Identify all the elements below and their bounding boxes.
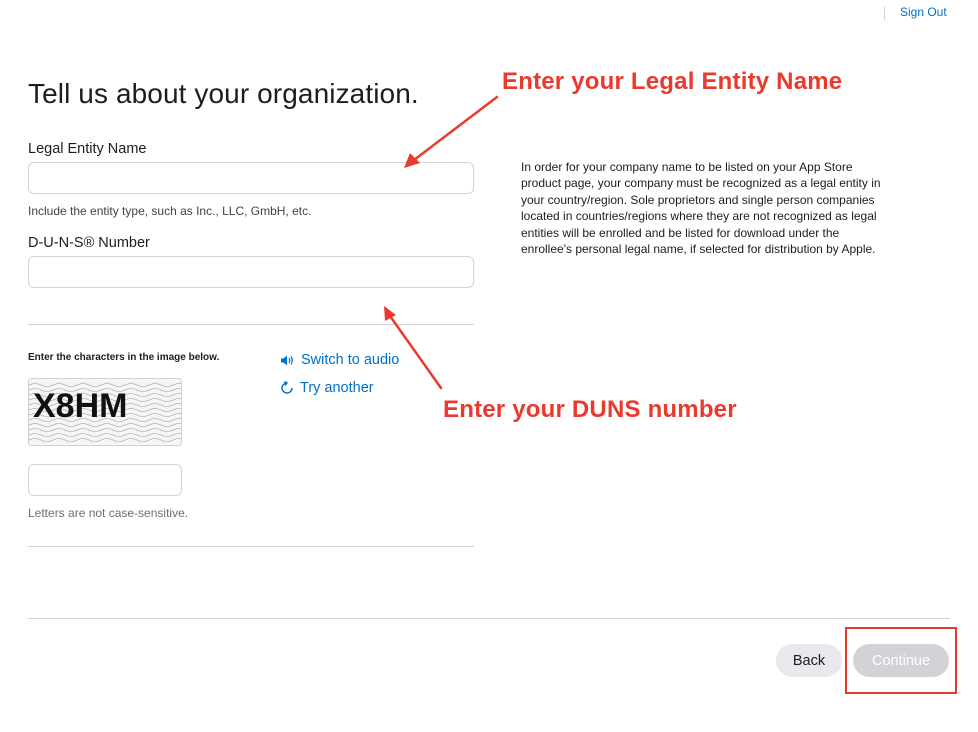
captcha-characters: X8HM <box>33 387 127 425</box>
legal-entity-info: In order for your company name to be lis… <box>521 160 881 257</box>
legal-entity-label: Legal Entity Name <box>28 141 147 157</box>
legal-entity-arrow-line <box>412 95 499 162</box>
page-title: Tell us about your organization. <box>28 78 419 109</box>
legal-entity-callout: Enter your Legal Entity Name <box>502 68 843 95</box>
continue-highlight-box <box>845 627 957 694</box>
captcha-divider <box>28 546 474 547</box>
refresh-icon <box>280 381 294 395</box>
duns-arrow-head <box>384 306 396 321</box>
captcha-noise: X8HM <box>29 383 181 442</box>
footer-divider <box>28 618 950 619</box>
captcha-hint: Letters are not case-sensitive. <box>28 506 189 520</box>
speaker-icon <box>280 354 295 367</box>
captcha-image: X8HM <box>28 378 182 446</box>
try-another-link[interactable]: Try another <box>280 380 374 396</box>
legal-entity-input[interactable] <box>28 162 474 194</box>
legal-entity-hint: Include the entity type, such as Inc., L… <box>28 204 312 218</box>
duns-callout: Enter your DUNS number <box>443 396 737 423</box>
header-divider <box>884 6 885 20</box>
captcha-prompt: Enter the characters in the image below. <box>28 352 220 363</box>
try-another-label: Try another <box>300 380 374 396</box>
duns-input[interactable] <box>28 256 474 288</box>
captcha-input[interactable] <box>28 464 182 496</box>
switch-to-audio-label: Switch to audio <box>301 352 400 368</box>
duns-label: D-U-N-S® Number <box>28 235 150 251</box>
section-divider <box>28 324 474 325</box>
switch-to-audio-link[interactable]: Switch to audio <box>280 352 399 368</box>
sign-out-link[interactable]: Sign Out <box>900 5 947 19</box>
back-button[interactable]: Back <box>776 644 842 677</box>
